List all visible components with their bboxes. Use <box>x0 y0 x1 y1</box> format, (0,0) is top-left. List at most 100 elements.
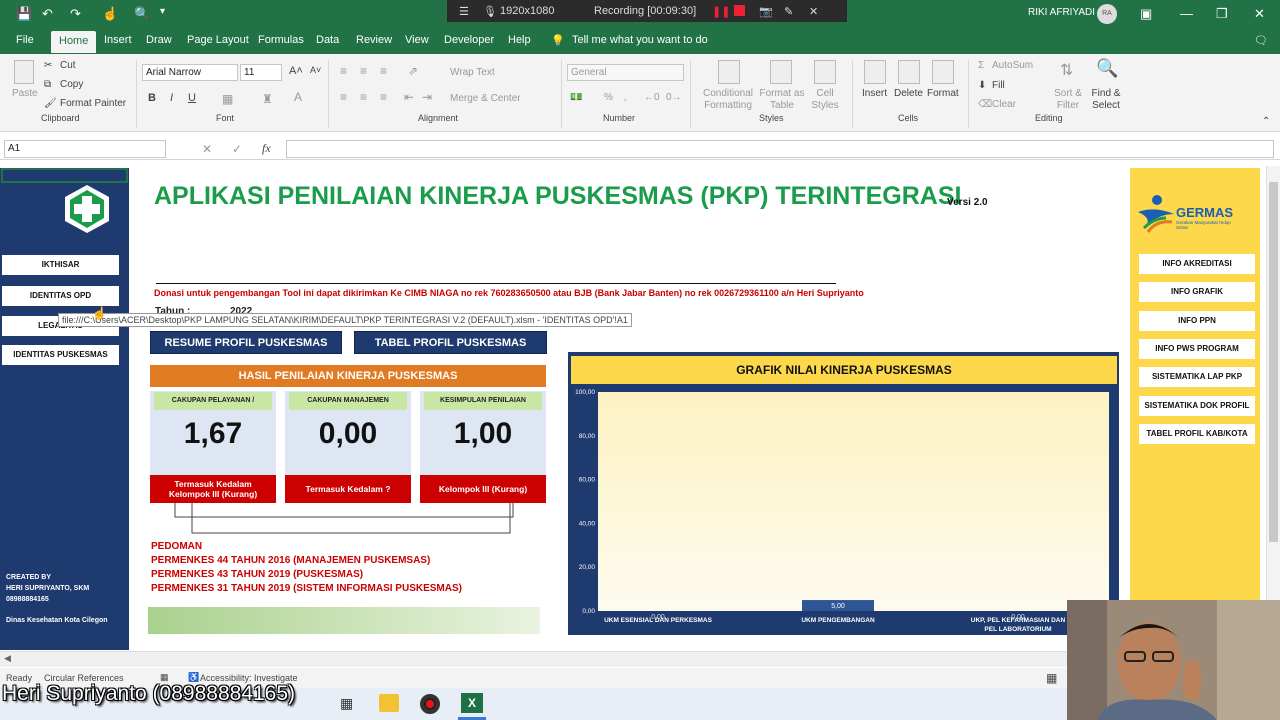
align-left-icon[interactable]: ≡ <box>340 90 347 104</box>
tab-developer[interactable]: Developer <box>444 34 494 46</box>
scroll-left-icon[interactable]: ◀ <box>4 653 11 664</box>
sort-filter-button[interactable]: Sort & Filter <box>1052 88 1084 112</box>
paste-icon[interactable] <box>14 60 34 84</box>
font-name-select[interactable]: Arial Narrow <box>142 64 238 81</box>
comments-icon[interactable]: 🗨 <box>1254 34 1268 47</box>
percent-icon[interactable]: % <box>604 92 613 103</box>
tab-home[interactable]: Home <box>51 31 97 53</box>
wrap-text-button[interactable]: Wrap Text <box>450 67 495 78</box>
format-painter-icon[interactable]: 🖌 <box>44 98 57 109</box>
paste-button[interactable]: Paste <box>12 88 38 99</box>
format-cells-icon[interactable] <box>932 60 954 84</box>
tab-data[interactable]: Data <box>316 34 339 46</box>
tell-me-search[interactable]: Tell me what you want to do <box>572 34 708 46</box>
sistematika-lap-pkp-button[interactable]: SISTEMATIKA LAP PKP <box>1139 367 1255 387</box>
cut-button[interactable]: Cut <box>60 60 76 71</box>
collapse-ribbon-icon[interactable]: ⌃ <box>1262 116 1270 127</box>
italic-button[interactable]: I <box>170 92 173 104</box>
clear-icon[interactable]: ⌫ <box>978 99 992 110</box>
find-select-icon[interactable]: 🔍 <box>1096 58 1118 79</box>
tab-page-layout[interactable]: Page Layout <box>187 34 249 46</box>
selected-cell-a1[interactable] <box>1 168 128 183</box>
bar-chart[interactable]: 0,0020,0040,0060,0080,00100,00 0,005,000… <box>571 384 1117 634</box>
accounting-icon[interactable]: 💵 <box>570 92 582 103</box>
pen-icon[interactable]: ✎ <box>784 5 793 18</box>
copy-button[interactable]: Copy <box>60 79 83 90</box>
customize-qat-icon[interactable]: ▾ <box>160 6 165 17</box>
delete-cells-icon[interactable] <box>898 60 920 84</box>
microphone-icon[interactable]: 🎙 <box>483 5 497 18</box>
tab-view[interactable]: View <box>405 34 429 46</box>
minimize-icon[interactable]: — <box>1180 6 1193 21</box>
font-size-select[interactable]: 11 <box>240 64 282 81</box>
align-middle-icon[interactable]: ≡ <box>360 64 367 78</box>
tab-insert[interactable]: Insert <box>104 34 132 46</box>
undo-icon[interactable]: ↶ <box>42 6 53 22</box>
print-preview-icon[interactable]: 🔍 <box>134 6 150 22</box>
vertical-scrollbar[interactable] <box>1266 166 1280 651</box>
delete-cells-button[interactable]: Delete <box>894 88 923 99</box>
fill-button[interactable]: Fill <box>992 80 1005 91</box>
format-as-table-icon[interactable] <box>770 60 792 84</box>
info-akreditasi-button[interactable]: INFO AKREDITASI <box>1139 254 1255 274</box>
close-icon[interactable]: ✕ <box>1254 6 1265 22</box>
info-pws-program-button[interactable]: INFO PWS PROGRAM <box>1139 339 1255 359</box>
cell-styles-icon[interactable] <box>814 60 836 84</box>
tabel-profil-kab-kota-button[interactable]: TABEL PROFIL KAB/KOTA <box>1139 424 1255 444</box>
fill-color-icon[interactable]: ♜ <box>262 92 273 106</box>
align-top-icon[interactable]: ≡ <box>340 64 347 78</box>
touch-mode-icon[interactable]: ☝ <box>102 6 118 22</box>
redo-icon[interactable]: ↷ <box>70 6 81 22</box>
info-grafik-button[interactable]: INFO GRAFIK <box>1139 282 1255 302</box>
normal-view-icon[interactable]: ▦ <box>1046 671 1057 685</box>
formula-input[interactable] <box>286 140 1274 158</box>
menu-icon[interactable]: ☰ <box>459 5 469 18</box>
format-painter-button[interactable]: Format Painter <box>60 98 126 109</box>
excel-app-icon[interactable]: X <box>461 693 483 713</box>
insert-cells-icon[interactable] <box>864 60 886 84</box>
autosum-button[interactable]: AutoSum <box>992 60 1033 71</box>
increase-font-icon[interactable]: A˄ <box>289 65 303 77</box>
clear-button[interactable]: Clear <box>992 99 1016 110</box>
cancel-entry-icon[interactable]: ✕ <box>202 142 212 156</box>
format-as-table-button[interactable]: Format as Table <box>758 88 806 112</box>
resume-profil-button[interactable]: RESUME PROFIL PUSKESMAS <box>150 331 342 354</box>
insert-function-button[interactable]: fx <box>262 141 271 156</box>
underline-button[interactable]: U <box>188 92 196 104</box>
task-view-icon[interactable]: ▦ <box>340 695 353 712</box>
recorder-app-icon[interactable] <box>420 694 440 714</box>
conditional-formatting-icon[interactable] <box>718 60 740 84</box>
align-right-icon[interactable]: ≡ <box>380 90 387 104</box>
tab-review[interactable]: Review <box>356 34 392 46</box>
cell-styles-button[interactable]: Cell Styles <box>806 88 844 112</box>
decrease-indent-icon[interactable]: ⇤ <box>404 90 414 104</box>
decrease-font-icon[interactable]: A˅ <box>310 65 321 75</box>
tab-file[interactable]: File <box>16 34 34 46</box>
cut-icon[interactable]: ✂ <box>44 60 52 71</box>
stop-icon[interactable] <box>734 5 745 16</box>
tab-draw[interactable]: Draw <box>146 34 172 46</box>
confirm-entry-icon[interactable]: ✓ <box>232 142 242 156</box>
sort-filter-icon[interactable]: ⇅ <box>1060 60 1073 80</box>
ribbon-display-icon[interactable]: ▣ <box>1140 6 1152 22</box>
fill-icon[interactable]: ⬇ <box>978 80 986 91</box>
nav-ikthisar-button[interactable]: IKTHISAR <box>2 255 119 275</box>
close-recording-icon[interactable]: ✕ <box>809 5 818 18</box>
file-explorer-icon[interactable] <box>379 694 399 712</box>
avatar[interactable]: RA <box>1097 4 1117 24</box>
font-color-icon[interactable]: A <box>294 90 302 104</box>
increase-decimal-icon[interactable]: ←0 <box>644 92 660 103</box>
name-box[interactable]: A1 <box>4 140 166 158</box>
tab-help[interactable]: Help <box>508 34 531 46</box>
conditional-formatting-button[interactable]: Conditional Formatting <box>700 88 756 112</box>
decrease-decimal-icon[interactable]: 0→ <box>666 92 682 103</box>
orientation-icon[interactable]: ⇗ <box>408 64 418 78</box>
format-cells-button[interactable]: Format <box>927 88 959 99</box>
align-bottom-icon[interactable]: ≡ <box>380 64 387 78</box>
borders-icon[interactable]: ▦ <box>222 92 233 106</box>
align-center-icon[interactable]: ≡ <box>360 90 367 104</box>
save-icon[interactable]: 💾 <box>16 6 32 22</box>
merge-center-button[interactable]: Merge & Center <box>450 93 521 104</box>
camera-icon[interactable]: 📷 <box>759 5 773 18</box>
nav-identitas-puskesmas-button[interactable]: IDENTITAS PUSKESMAS <box>2 345 119 365</box>
